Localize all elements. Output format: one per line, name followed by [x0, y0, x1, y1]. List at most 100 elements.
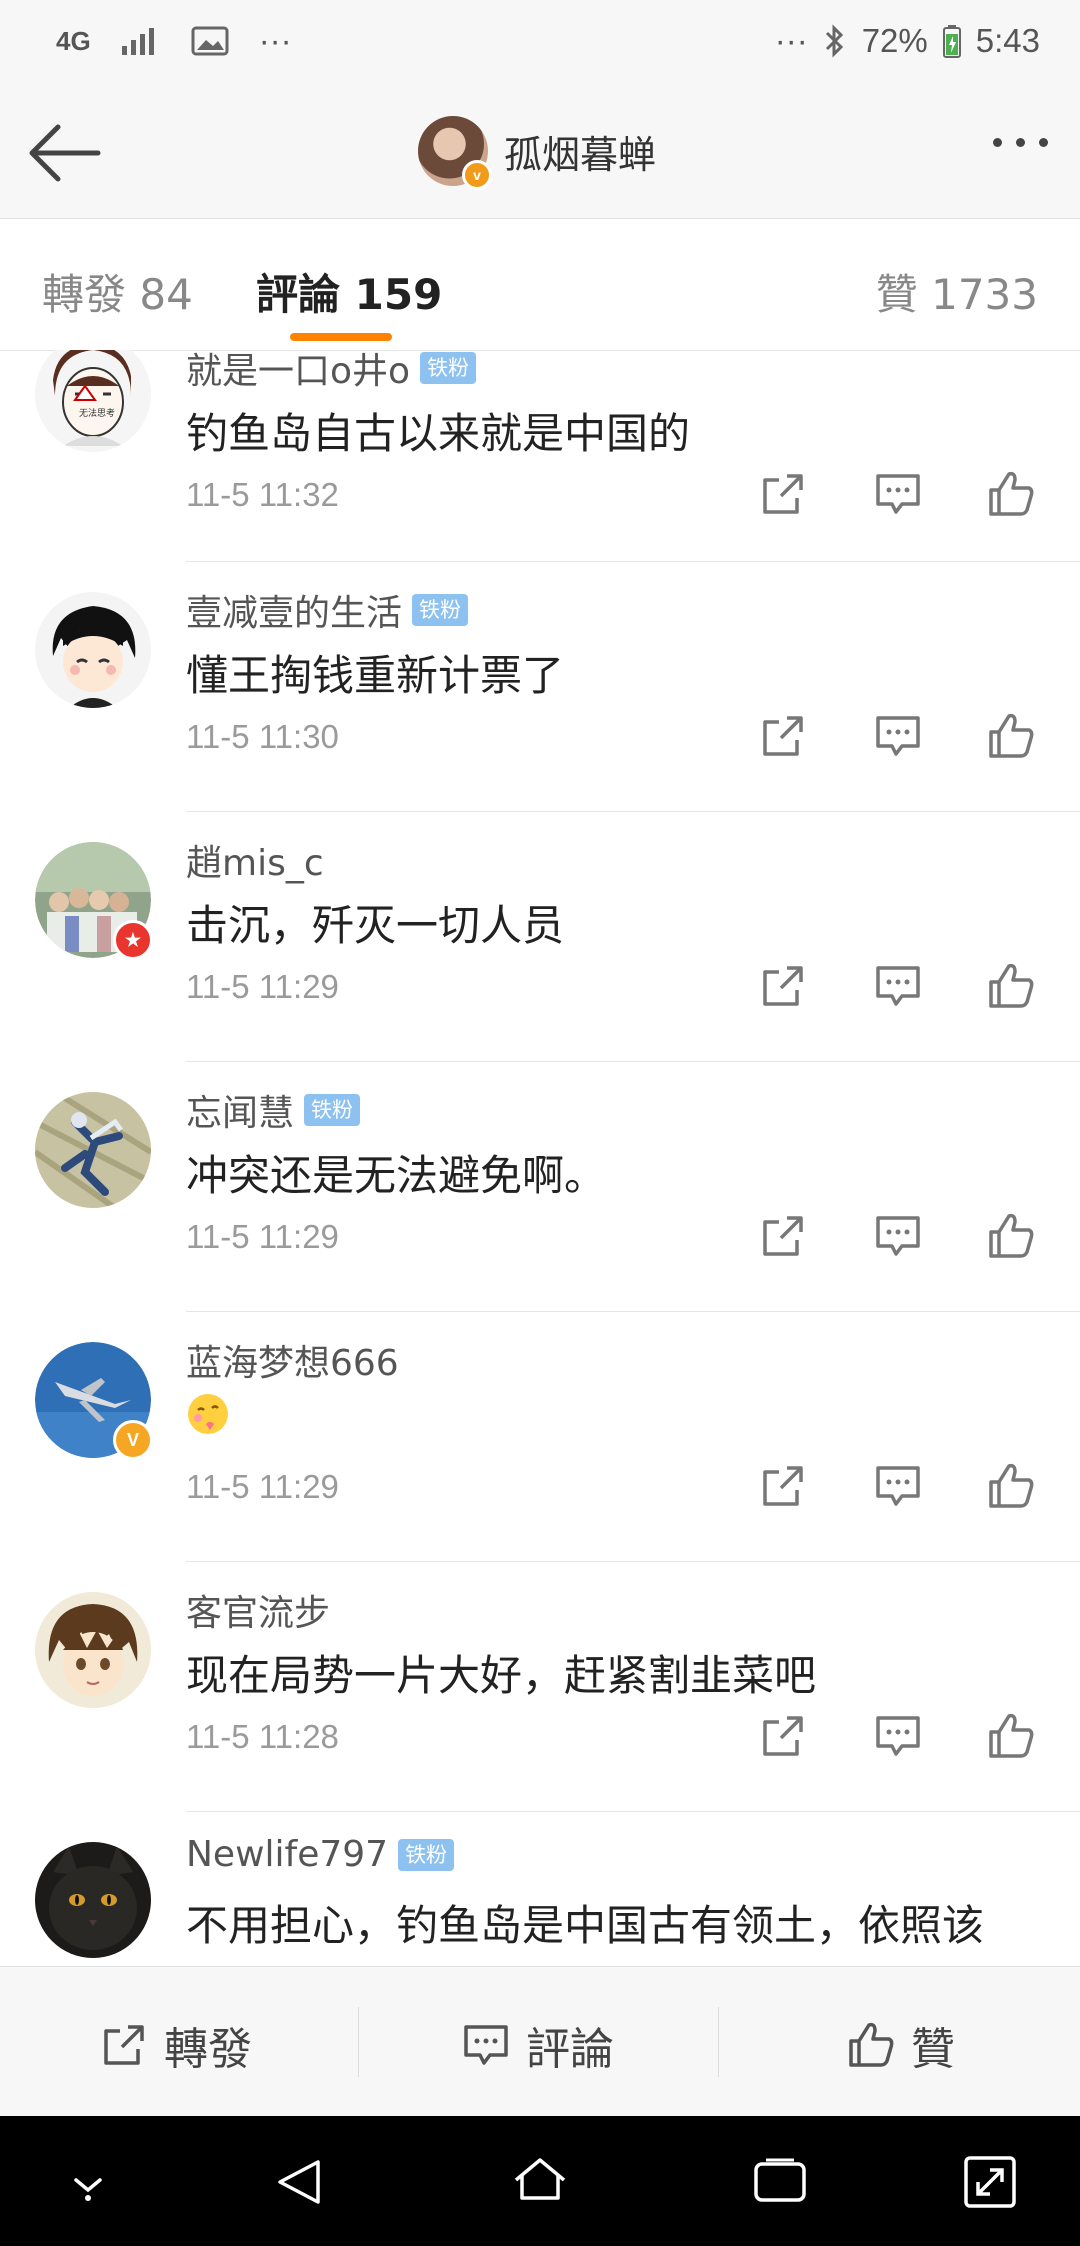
verified-badge-icon: v	[462, 160, 492, 190]
tab-bar: 轉發 84 評論 159 贊 1733	[0, 219, 1080, 351]
comment-item: Newlife797 铁粉 不用担心，钓鱼岛是中国古有领土，依照该	[0, 1812, 1080, 1965]
notification-more-icon: ···	[258, 22, 292, 59]
back-nav-icon[interactable]	[270, 2152, 330, 2212]
divider	[358, 2007, 359, 2077]
share-icon[interactable]	[757, 710, 809, 762]
avatar[interactable]	[35, 592, 151, 708]
like-icon[interactable]	[985, 1710, 1037, 1762]
like-icon[interactable]	[985, 1210, 1037, 1262]
comment-text: 现在局势一片大好，赶紧割韭菜吧	[186, 1651, 817, 1700]
comment-time: 11-5 11:29	[186, 968, 339, 1005]
tab-active-indicator	[290, 333, 392, 341]
comment-time: 11-5 11:29	[186, 1468, 339, 1505]
comment-text: 钓鱼岛自古以来就是中国的	[186, 409, 691, 458]
status-more-icon: ···	[774, 22, 808, 59]
comment-item: 客官流步 现在局势一片大好，赶紧割韭菜吧 11-5 11:28	[0, 1562, 1080, 1812]
header-user[interactable]: v 孤烟暮蝉	[418, 116, 656, 190]
bluetooth-icon	[822, 23, 848, 59]
comment-time: 11-5 11:28	[186, 1718, 339, 1755]
like-icon[interactable]	[985, 1460, 1037, 1512]
fan-badge: 铁粉	[398, 1838, 455, 1871]
comment-user-name[interactable]: 趙mis_c	[186, 834, 324, 886]
comment-text: 冲突还是无法避免啊。	[186, 1151, 607, 1200]
comment-time: 11-5 11:32	[186, 476, 339, 513]
back-arrow-icon	[29, 124, 101, 182]
comment-time: 11-5 11:29	[186, 1218, 339, 1255]
avatar[interactable]	[35, 1842, 151, 1958]
divider	[718, 2007, 719, 2077]
comment-text: 击沉，歼灭一切人员	[186, 901, 565, 950]
comment-label: 評論	[526, 2024, 614, 2075]
status-bar: 4G ··· ··· 72% 5:43	[0, 0, 1080, 90]
like-label: 贊	[911, 2024, 955, 2075]
comment-user-name[interactable]: 壹减壹的生活	[186, 584, 402, 636]
comment-text: 懂王掏钱重新计票了	[186, 651, 565, 700]
comment-user-name[interactable]: 客官流步	[186, 1584, 330, 1636]
comment-user-name[interactable]: Newlife797	[186, 1834, 388, 1875]
fullscreen-icon[interactable]	[960, 2152, 1020, 2212]
comment-item: 无法思考 就是一口o井o 铁粉 钓鱼岛自古以来就是中国的 11-5 11:32	[0, 350, 1080, 562]
comment-item: V 蓝海梦想666 11-5 11:29	[0, 1312, 1080, 1562]
fan-badge: 铁粉	[420, 352, 477, 384]
comment-user-name[interactable]: 就是一口o井o	[186, 350, 410, 394]
repost-button[interactable]: 轉發	[98, 2013, 252, 2077]
comment-user-name[interactable]: 蓝海梦想666	[186, 1334, 399, 1386]
avatar[interactable]	[35, 1592, 151, 1708]
gallery-icon	[191, 26, 229, 56]
network-label: 4G	[56, 25, 91, 56]
share-icon	[104, 2025, 144, 2065]
comment-icon[interactable]	[872, 1210, 924, 1262]
comment-icon[interactable]	[872, 710, 924, 762]
comment-icon[interactable]	[872, 960, 924, 1012]
tab-comment[interactable]: 評論 159	[256, 261, 442, 322]
like-icon[interactable]	[985, 960, 1037, 1012]
like-button[interactable]: 贊	[845, 2013, 955, 2077]
hide-keyboard-icon[interactable]	[58, 2152, 118, 2212]
share-icon[interactable]	[757, 960, 809, 1012]
verified-badge-icon: V	[113, 1420, 153, 1460]
clock: 5:43	[975, 22, 1040, 59]
comment-item: 忘闻慧 铁粉 冲突还是无法避免啊。 11-5 11:29	[0, 1062, 1080, 1312]
comment-button[interactable]: 評論	[460, 2013, 614, 2077]
bottom-toolbar: 轉發 評論 贊	[0, 1966, 1080, 2117]
fan-badge: 铁粉	[304, 1094, 361, 1126]
like-icon[interactable]	[985, 710, 1037, 762]
system-navigation-bar	[0, 2116, 1080, 2246]
comment-text	[186, 1392, 230, 1446]
comment-item: ★ 趙mis_c 击沉，歼灭一切人员 11-5 11:29	[0, 812, 1080, 1062]
recents-nav-icon[interactable]	[750, 2152, 810, 2212]
back-button[interactable]	[22, 118, 106, 188]
share-icon[interactable]	[757, 1710, 809, 1762]
header-avatar[interactable]: v	[418, 116, 492, 190]
more-dots-icon[interactable]	[993, 138, 1048, 147]
repost-label: 轉發	[164, 2024, 252, 2075]
share-icon[interactable]	[757, 1460, 809, 1512]
avatar[interactable]: 无法思考	[35, 350, 151, 452]
comment-user-name[interactable]: 忘闻慧	[186, 1084, 294, 1136]
comment-icon[interactable]	[872, 468, 924, 520]
share-icon[interactable]	[757, 1210, 809, 1262]
verified-badge-icon: ★	[113, 920, 153, 960]
comment-item: 壹减壹的生活 铁粉 懂王掏钱重新计票了 11-5 11:30	[0, 562, 1080, 812]
header: v 孤烟暮蝉	[0, 90, 1080, 219]
comment-icon[interactable]	[872, 1710, 924, 1762]
fan-badge: 铁粉	[412, 594, 469, 626]
tab-repost[interactable]: 轉發 84	[42, 261, 193, 322]
like-icon[interactable]	[985, 468, 1037, 520]
comment-icon	[464, 2025, 508, 2065]
home-nav-icon[interactable]	[510, 2152, 570, 2212]
like-icon	[849, 2022, 894, 2067]
avatar[interactable]: ★	[35, 842, 153, 960]
avatar[interactable]	[35, 1092, 151, 1208]
header-user-name[interactable]: 孤烟暮蝉	[504, 124, 656, 179]
avatar[interactable]: V	[35, 1342, 153, 1460]
comment-icon[interactable]	[872, 1460, 924, 1512]
share-icon[interactable]	[757, 468, 809, 520]
comment-text: 不用担心，钓鱼岛是中国古有领土，依照该	[186, 1901, 985, 1950]
tab-like[interactable]: 贊 1733	[876, 261, 1038, 322]
comment-list[interactable]: 无法思考 就是一口o井o 铁粉 钓鱼岛自古以来就是中国的 11-5 11:32 …	[0, 350, 1080, 1965]
signal-icon	[121, 26, 161, 56]
svg-text:无法思考: 无法思考	[79, 407, 115, 419]
battery-icon	[942, 24, 962, 58]
battery-percent: 72%	[861, 22, 928, 59]
